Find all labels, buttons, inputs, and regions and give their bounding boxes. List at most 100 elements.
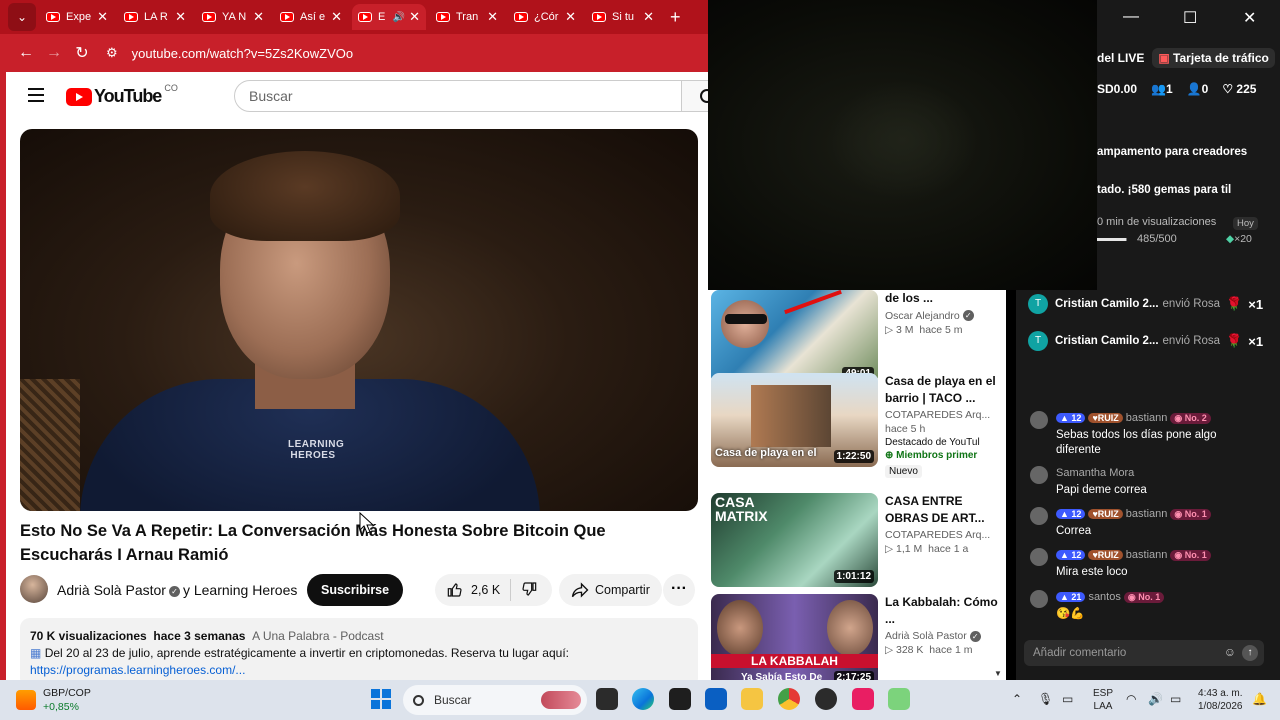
tab-close-icon[interactable]: ✕ xyxy=(643,9,654,25)
scroll-down-arrow-icon[interactable]: ▼ xyxy=(994,669,1002,678)
emoji-icon[interactable]: ☺ xyxy=(1224,645,1236,659)
tab-close-icon[interactable]: ✕ xyxy=(253,9,264,25)
browser-tab[interactable]: ¿Cór ✕ xyxy=(508,4,582,30)
notification-icon[interactable]: 🔔 xyxy=(1252,692,1267,706)
recommendation-item[interactable]: Casa de playa en el 1:22:50 Casa de play… xyxy=(711,373,1003,478)
task-view-icon[interactable] xyxy=(596,688,618,710)
rec-channel[interactable]: COTAPAREDES Arq... xyxy=(885,409,1003,421)
reload-icon[interactable]: ↻ xyxy=(68,43,96,63)
menu-icon[interactable] xyxy=(28,88,44,102)
app-icon[interactable] xyxy=(669,688,691,710)
channel-name[interactable]: Adrià Solà Pastor xyxy=(57,582,166,598)
browser-tab[interactable]: E 🔊 ✕ xyxy=(352,4,426,30)
search-input[interactable]: Buscar xyxy=(234,80,682,112)
recommendation-item[interactable]: LA KABBALAH Ya Sabía Esto De 2:17:25 La … xyxy=(711,594,1003,680)
commenter-name[interactable]: bastiann xyxy=(1126,412,1168,424)
tab-close-icon[interactable]: ✕ xyxy=(331,9,342,25)
rec-thumbnail[interactable]: Casa de playa en el 1:22:50 xyxy=(711,373,878,467)
rec-channel[interactable]: Oscar Alejandro ✓ xyxy=(885,310,1003,322)
rec-thumbnail[interactable]: LA KABBALAH Ya Sabía Esto De 2:17:25 xyxy=(711,594,878,680)
gifter-name[interactable]: Cristian Camilo 2... xyxy=(1055,335,1159,347)
store-icon[interactable] xyxy=(705,688,727,710)
dislike-button[interactable] xyxy=(521,581,537,600)
browser-tab[interactable]: Si tu ✕ xyxy=(586,4,660,30)
taskbar-search[interactable]: Buscar xyxy=(403,685,587,715)
site-settings-icon[interactable]: ⚙ xyxy=(106,45,118,61)
tiktok-icon[interactable] xyxy=(852,688,874,710)
tab-close-icon[interactable]: ✕ xyxy=(487,9,498,25)
show-hidden-icons[interactable]: ⌃ xyxy=(1012,692,1022,706)
back-arrow-icon[interactable]: ← xyxy=(12,44,40,62)
minimize-icon[interactable]: — xyxy=(1123,8,1139,26)
browser-tab[interactable]: Así e ✕ xyxy=(274,4,348,30)
rec-title[interactable]: Casa de playa en el barrio | TACO ... xyxy=(885,373,1003,406)
rec-channel[interactable]: COTAPAREDES Arq... xyxy=(885,529,1003,541)
wifi-icon[interactable]: ◠ xyxy=(1126,692,1136,706)
clock[interactable]: 4:43 a. m. 1/08/2026 xyxy=(1198,687,1243,713)
rec-title[interactable]: La Kabbalah: Cómo ... xyxy=(885,594,1003,627)
commenter-avatar[interactable] xyxy=(1030,590,1048,608)
tab-search-menu-button[interactable]: ⌄ xyxy=(8,3,36,31)
send-icon[interactable]: ↑ xyxy=(1242,645,1258,661)
close-icon[interactable]: ✕ xyxy=(1243,8,1256,28)
new-tab-button[interactable]: + xyxy=(670,7,681,28)
description-link[interactable]: https://programas.learningheroes.com/... xyxy=(30,663,245,677)
commenter-name[interactable]: santos xyxy=(1088,591,1120,603)
audio-icon[interactable]: 🔊 xyxy=(393,12,405,23)
stock-widget[interactable]: GBP/COP +0,85% xyxy=(16,686,91,714)
live-tab[interactable]: del LIVE xyxy=(1097,51,1144,65)
rec-thumbnail[interactable]: CASA MATRIX 1:01:12 xyxy=(711,493,878,587)
edge-icon[interactable] xyxy=(632,688,654,710)
description-box[interactable]: 70 K visualizaciones hace 3 semanas A Un… xyxy=(20,618,698,680)
app-icon[interactable] xyxy=(888,688,910,710)
commenter-name[interactable]: bastiann xyxy=(1126,549,1168,561)
creator-camp-banner[interactable]: ampamento para creadores xyxy=(1097,146,1247,158)
commenter-avatar[interactable] xyxy=(1030,507,1048,525)
commenter-name[interactable]: Samantha Mora xyxy=(1056,467,1134,479)
browser-tab[interactable]: LA R ✕ xyxy=(118,4,192,30)
gifter-name[interactable]: Cristian Camilo 2... xyxy=(1055,298,1159,310)
collab-name[interactable]: y Learning Heroes xyxy=(183,582,297,598)
rec-channel[interactable]: Adrià Solà Pastor ✓ xyxy=(885,630,1003,642)
display-icon[interactable]: ▭ xyxy=(1062,692,1073,706)
tab-close-icon[interactable]: ✕ xyxy=(409,9,420,25)
browser-tab[interactable]: Expe ✕ xyxy=(40,4,114,30)
start-icon[interactable] xyxy=(371,689,391,709)
live-video-preview[interactable] xyxy=(708,0,1097,290)
file-explorer-icon[interactable] xyxy=(741,688,763,710)
commenter-avatar[interactable] xyxy=(1030,411,1048,429)
like-button[interactable]: 2,6 K xyxy=(435,582,500,598)
rec-title[interactable]: CASA ENTRE OBRAS DE ART... xyxy=(885,493,1003,526)
commenter-avatar[interactable] xyxy=(1030,466,1048,484)
battery-icon[interactable]: ▭ xyxy=(1170,692,1181,706)
tab-close-icon[interactable]: ✕ xyxy=(565,9,576,25)
share-button[interactable]: Compartir xyxy=(559,574,662,606)
recommendation-item[interactable]: CASA MATRIX 1:01:12 CASA ENTRE OBRAS DE … xyxy=(711,493,1003,587)
browser-tab[interactable]: Tran ✕ xyxy=(430,4,504,30)
obs-icon[interactable] xyxy=(815,688,837,710)
rec-title[interactable]: de los ... xyxy=(885,290,1003,307)
more-actions-button[interactable]: ··· xyxy=(663,574,695,606)
volume-icon[interactable]: 🔊 xyxy=(1148,692,1163,706)
forward-arrow-icon[interactable]: → xyxy=(40,44,68,62)
microphone-icon[interactable]: 🎙 xyxy=(1038,692,1053,706)
subscribe-button[interactable]: Suscribirse xyxy=(307,574,404,606)
commenter-name[interactable]: bastiann xyxy=(1126,508,1168,520)
tab-close-icon[interactable]: ✕ xyxy=(175,9,186,25)
gifter-avatar[interactable]: T xyxy=(1028,331,1048,351)
commenter-avatar[interactable] xyxy=(1030,548,1048,566)
channel-avatar[interactable] xyxy=(20,575,48,603)
recommendation-item[interactable]: 49:01 de los ... Oscar Alejandro✓ ▷ 3 M … xyxy=(711,290,1003,384)
browser-tab[interactable]: YA N ✕ xyxy=(196,4,270,30)
youtube-logo[interactable]: YouTube CO xyxy=(66,83,178,107)
language-indicator[interactable]: ESP LAA xyxy=(1093,687,1113,713)
channel-name-line[interactable]: Adrià Solà Pastor ✓ y Learning Heroes xyxy=(57,582,297,598)
video-player[interactable]: LEARNING HEROES xyxy=(20,129,698,511)
tab-close-icon[interactable]: ✕ xyxy=(97,9,108,25)
maximize-icon[interactable]: ☐ xyxy=(1183,8,1197,28)
description-tag[interactable]: A Una Palabra - Podcast xyxy=(252,629,383,643)
traffic-card-button[interactable]: ▣ Tarjeta de tráfico xyxy=(1152,48,1275,68)
url-field[interactable]: ⚙ youtube.com/watch?v=5Zs2KowZVOo xyxy=(106,45,353,61)
rec-thumbnail[interactable]: 49:01 xyxy=(711,290,878,384)
add-comment-input[interactable]: Añadir comentario ☺ ↑ xyxy=(1024,640,1264,666)
